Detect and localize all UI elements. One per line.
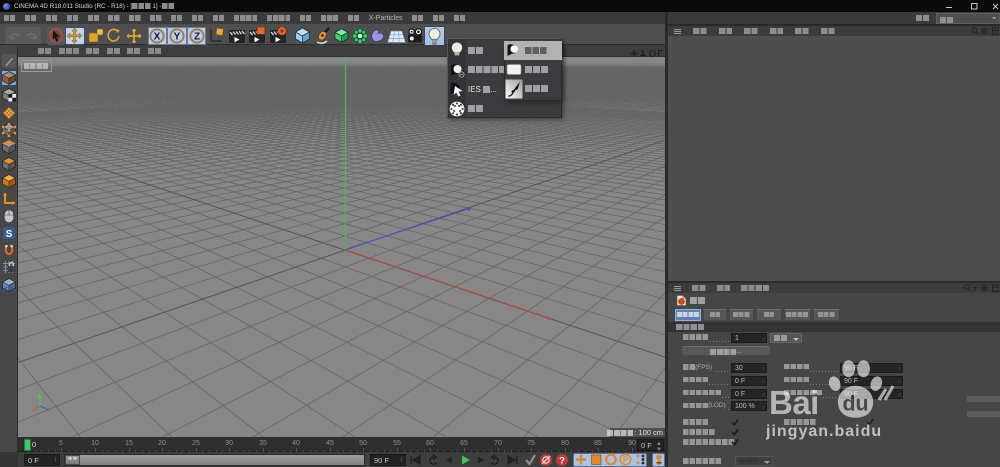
svg-text:X: X [154,31,161,42]
svg-text:Z: Z [193,31,199,42]
svg-text:Y: Y [174,31,181,42]
svg-text:?: ? [559,455,565,466]
svg-text:P: P [623,456,629,465]
svg-text:du: du [843,391,869,415]
svg-text:S: S [6,229,13,240]
